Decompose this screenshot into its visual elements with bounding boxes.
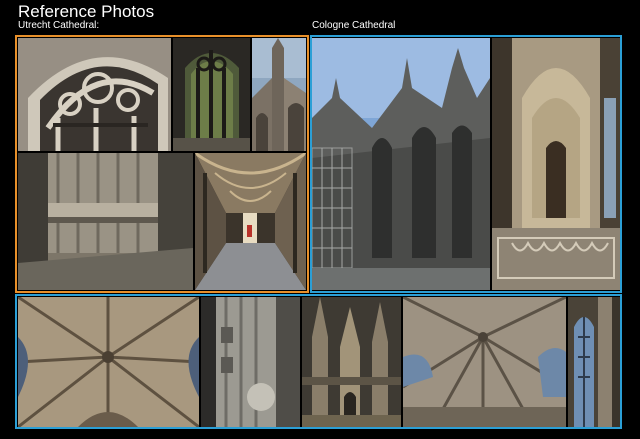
cologne-exterior-photo — [312, 38, 490, 290]
utrecht-pinnacle-photo — [252, 38, 306, 151]
cologne-label: Cologne Cathedral — [312, 20, 396, 31]
sculpted-column-photo — [201, 297, 300, 427]
rib-vault-photo — [403, 297, 566, 427]
carved-spires-photo — [302, 297, 401, 427]
cologne-interior-portal-photo — [492, 38, 620, 290]
utrecht-cloister-window-photo — [173, 38, 250, 151]
reference-board: Reference Photos Utrecht Cathedral: Colo… — [0, 0, 640, 439]
utrecht-label: Utrecht Cathedral: — [18, 20, 100, 31]
utrecht-cloister-corridor-photo — [195, 153, 306, 290]
stained-glass-aisle-photo — [568, 297, 620, 427]
page-title: Reference Photos — [18, 2, 155, 21]
utrecht-tracery-photo — [18, 38, 171, 151]
utrecht-column-base-photo — [18, 153, 193, 290]
vaulted-ceiling-photo — [18, 297, 199, 427]
